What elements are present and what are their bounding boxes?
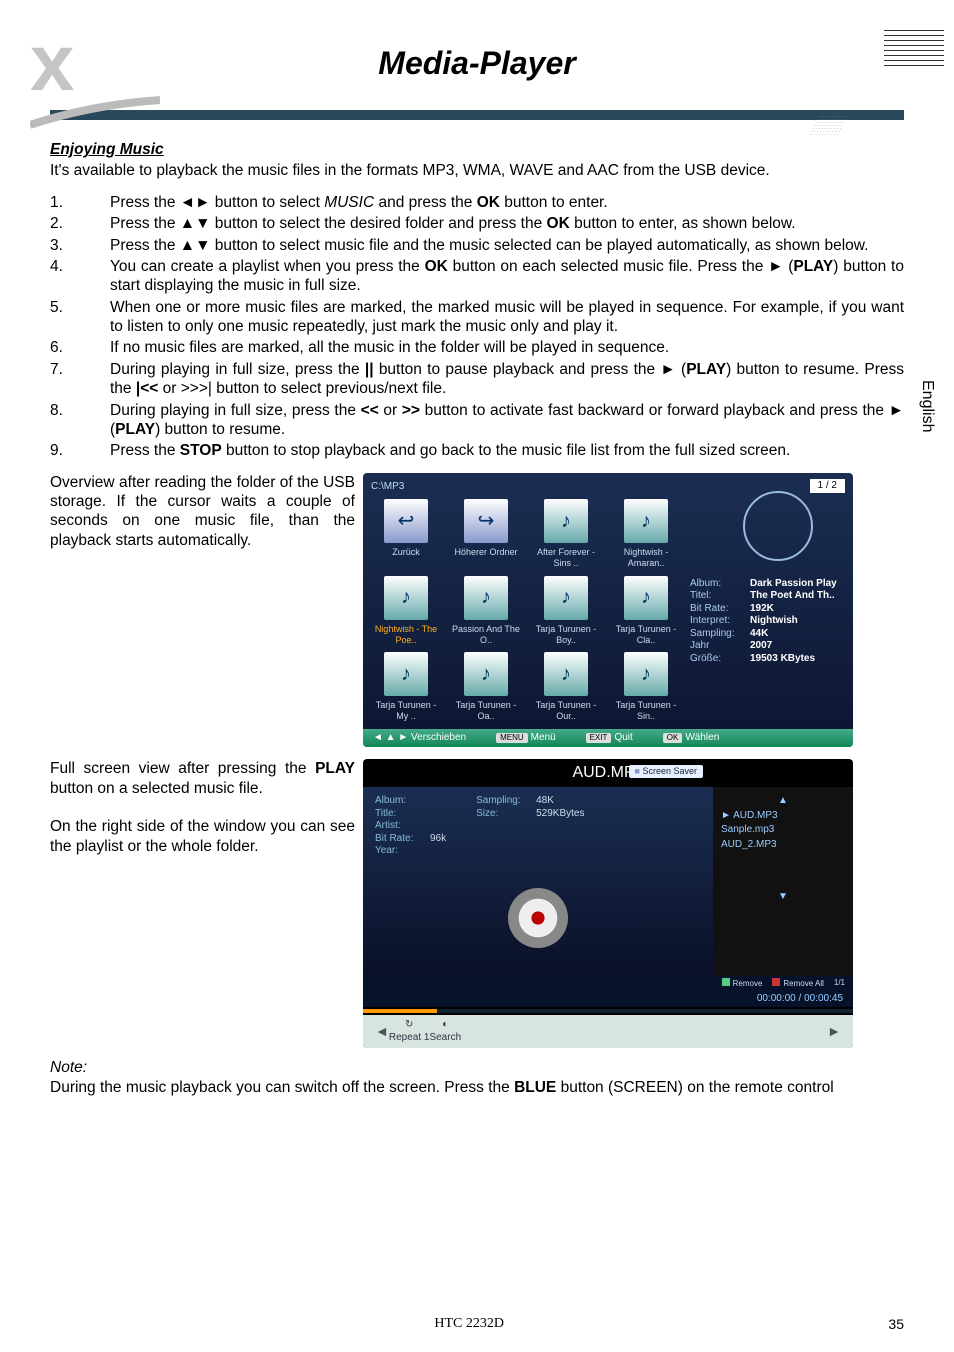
header-bar: [50, 110, 904, 120]
brand-swoosh: [30, 95, 160, 135]
scr1-item-label: Passion And The O..: [451, 624, 521, 647]
scr1-quit-hint: EXITQuit: [586, 732, 633, 745]
folder-view-screenshot: C:\MP3 1 / 2 ↩ Zurück ↪ Höherer Ordner ♪ Afte…: [363, 473, 853, 748]
folder-back-icon: ↪: [464, 499, 508, 543]
language-tab: English: [918, 380, 936, 432]
footer-page-number: 35: [888, 1316, 904, 1332]
music-note-icon: ♪: [384, 652, 428, 696]
scr1-item-label: After Forever - Sins ..: [531, 547, 601, 570]
step-text: Press the ▲▼ button to select music file…: [110, 236, 904, 255]
scr1-file-item: ♪ Nightwish - Amaran..: [611, 499, 681, 570]
scr1-move-hint: ◄ ▲ ► Verschieben: [373, 732, 466, 745]
overview-text: Overview after reading the folder of the…: [50, 473, 355, 748]
scr1-item-label: Tarja Turunen - Our..: [531, 700, 601, 723]
music-note-icon: ♪: [624, 652, 668, 696]
scr2-track-info-2: Sampling:48KSize:529KBytes: [476, 795, 584, 858]
step-number: 6.: [50, 338, 110, 357]
section-heading: Enjoying Music: [50, 140, 904, 159]
footer-model: HTC 2232D: [434, 1316, 504, 1332]
page-title: Media-Player: [0, 45, 954, 82]
scr1-file-item: ↩ Zurück: [371, 499, 441, 570]
scr2-up-arrow-icon: ▲: [721, 795, 845, 808]
intro-text: It's available to playback the music fil…: [50, 161, 904, 180]
step-text: Press the ▲▼ button to select the desire…: [110, 214, 904, 233]
scr1-item-label: Tarja Turunen - Cla..: [611, 624, 681, 647]
search-button: ◐Search: [429, 1019, 461, 1044]
scr1-file-item: ♪ After Forever - Sins ..: [531, 499, 601, 570]
fullscreen-text-2: On the right side of the window you can …: [50, 817, 355, 856]
note-text: During the music playback you can switch…: [50, 1078, 904, 1097]
scr1-item-label: Nightwish - Amaran..: [611, 547, 681, 570]
step-number: 4.: [50, 257, 110, 296]
step-number: 9.: [50, 441, 110, 460]
scr2-time: 00:00:00 / 00:00:45: [363, 991, 853, 1008]
scr1-item-label: Nightwish - The Poe..: [371, 624, 441, 647]
music-note-icon: ♪: [464, 576, 508, 620]
scr1-file-item: ♪ Tarja Turunen - Our..: [531, 652, 601, 723]
scr1-dial-icon: [743, 491, 813, 561]
music-note-icon: ♪: [384, 576, 428, 620]
scr1-item-label: Zurück: [371, 547, 441, 558]
step-number: 8.: [50, 401, 110, 440]
music-note-icon: ♪: [544, 576, 588, 620]
scr2-down-arrow-icon: ▼: [721, 891, 845, 904]
step-number: 2.: [50, 214, 110, 233]
scr1-menu-hint: MENUMenü: [496, 732, 556, 745]
scr1-item-label: Tarja Turunen - Oa..: [451, 700, 521, 723]
scr1-file-item: ↪ Höherer Ordner: [451, 499, 521, 570]
playlist-item: AUD_2.MP3: [721, 839, 845, 852]
instruction-list: 1.Press the ◄► button to select MUSIC an…: [50, 193, 904, 461]
scr1-item-label: Tarja Turunen - Sin..: [611, 700, 681, 723]
music-note-icon: ♪: [624, 576, 668, 620]
scr2-playlist: ► AUD.MP3 Sanple.mp3 AUD_2.MP3: [721, 810, 845, 852]
disc-icon: [508, 888, 568, 948]
step-number: 3.: [50, 236, 110, 255]
step-number: 5.: [50, 298, 110, 337]
folder-back-icon: ↩: [384, 499, 428, 543]
fullscreen-player-screenshot: AUD.MP3 Screen Saver Album:Title:Artist:…: [363, 759, 853, 1048]
scr2-title: AUD.MP3: [363, 763, 853, 783]
scr1-item-label: Höherer Ordner: [451, 547, 521, 558]
music-note-icon: ♪: [624, 499, 668, 543]
scr1-page-counter: 1 / 2: [810, 479, 845, 494]
scr2-track-info: Album:Title:Artist:Bit Rate:96kYear:: [375, 795, 446, 858]
music-note-icon: ♪: [544, 652, 588, 696]
step-text: During playing in full size, press the <…: [110, 401, 904, 440]
scr1-path: C:\MP3: [371, 481, 404, 492]
scr2-screensaver-badge: Screen Saver: [629, 765, 703, 778]
step-text: Press the STOP button to stop playback a…: [110, 441, 904, 460]
scr1-file-item: ♪ Tarja Turunen - Cla..: [611, 576, 681, 647]
step-text: You can create a playlist when you press…: [110, 257, 904, 296]
step-text: If no music files are marked, all the mu…: [110, 338, 904, 357]
step-text: When one or more music files are marked,…: [110, 298, 904, 337]
step-number: 7.: [50, 360, 110, 399]
step-number: 1.: [50, 193, 110, 212]
scr2-transport-bar: ◄ ↻Repeat 1 ◐Search ►: [363, 1015, 853, 1048]
scr1-file-item: ♪ Tarja Turunen - Sin..: [611, 652, 681, 723]
scr1-file-item: ♪ Tarja Turunen - Boy..: [531, 576, 601, 647]
scr1-bottom-bar: ◄ ▲ ► Verschieben MENUMenü EXITQuit OKWä…: [363, 729, 853, 748]
music-note-icon: ♪: [464, 652, 508, 696]
scr1-file-item: ♪ Tarja Turunen - Oa..: [451, 652, 521, 723]
scr1-item-label: Tarja Turunen - Boy..: [531, 624, 601, 647]
playlist-item: Sanple.mp3: [721, 824, 845, 837]
step-text: During playing in full size, press the |…: [110, 360, 904, 399]
playlist-item: ► AUD.MP3: [721, 810, 845, 823]
fullscreen-text-1: Full screen view after pressing the PLAY…: [50, 759, 355, 798]
scr2-progress: [363, 1009, 853, 1013]
scr1-select-hint: OKWählen: [663, 732, 719, 745]
repeat-button: ↻Repeat 1: [389, 1019, 430, 1044]
prev-icon: ◄: [375, 1023, 389, 1041]
music-note-icon: ♪: [544, 499, 588, 543]
scr1-file-item: ♪ Tarja Turunen - My ..: [371, 652, 441, 723]
next-icon: ►: [827, 1023, 841, 1041]
note-label: Note:: [50, 1058, 904, 1077]
scr1-file-item: ♪ Nightwish - The Poe..: [371, 576, 441, 647]
step-text: Press the ◄► button to select MUSIC and …: [110, 193, 904, 212]
scr1-file-item: ♪ Passion And The O..: [451, 576, 521, 647]
scr1-info-panel: Album:Dark Passion PlayTitel:The Poet An…: [690, 578, 845, 666]
scr1-item-label: Tarja Turunen - My ..: [371, 700, 441, 723]
scr2-remove-bar: Remove Remove All 1/1: [363, 976, 853, 991]
